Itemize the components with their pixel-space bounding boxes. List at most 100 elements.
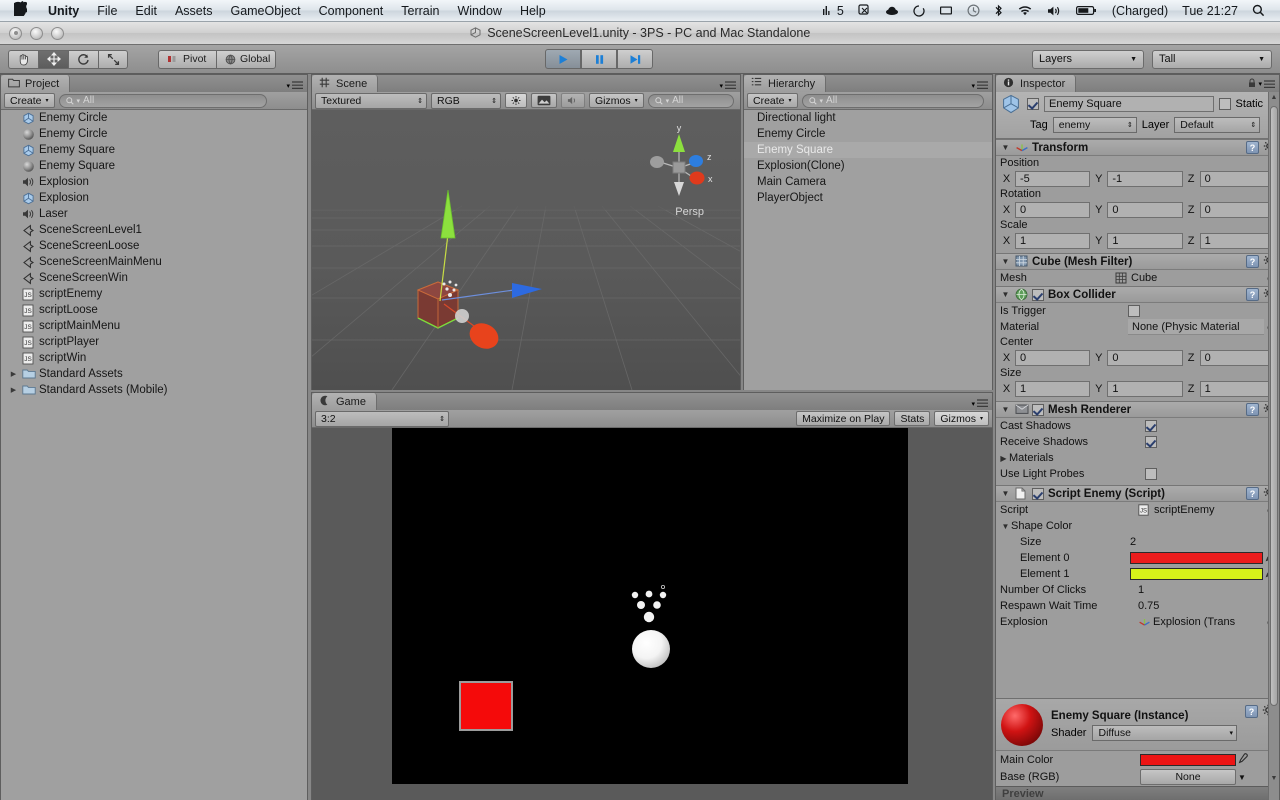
scene-fx-toggle[interactable] [531, 93, 557, 108]
window-controls[interactable] [0, 27, 64, 40]
array-size-value[interactable]: 2 [1130, 536, 1136, 548]
tab-inspector[interactable]: Inspector [996, 75, 1076, 92]
menu-item-terrain[interactable]: Terrain [392, 0, 448, 22]
center-z-field[interactable]: 0 [1200, 350, 1275, 366]
stats-toggle[interactable]: Stats [894, 411, 930, 426]
scale-y-field[interactable]: 1 [1107, 233, 1182, 249]
position-z-field[interactable]: 0 [1200, 171, 1275, 187]
hierarchy-create-button[interactable]: Create ▾ [747, 93, 798, 108]
size-z-field[interactable]: 1 [1200, 381, 1275, 397]
box-collider-component-header[interactable]: ▼ Box Collider ? [996, 286, 1279, 303]
scale-x-field[interactable]: 1 [1015, 233, 1090, 249]
project-item[interactable]: SceneScreenLoose [1, 238, 307, 254]
position-x-field[interactable]: -5 [1015, 171, 1090, 187]
project-item[interactable]: ▶Standard Assets [1, 366, 307, 382]
element0-color-swatch[interactable] [1130, 552, 1263, 564]
script-enemy-component-header[interactable]: ▼ Script Enemy (Script) ? [996, 485, 1279, 502]
menu-clock[interactable]: Tue 21:27 [1175, 4, 1245, 18]
foldout-arrow-icon[interactable]: ▶ [998, 454, 1009, 463]
mesh-filter-component-header[interactable]: ▼ Cube (Mesh Filter) ? [996, 253, 1279, 270]
project-create-button[interactable]: Create ▾ [4, 93, 55, 108]
game-aspect-dropdown[interactable]: 3:2 ⇕ [315, 411, 449, 427]
layout-dropdown[interactable]: Tall ▼ [1152, 50, 1272, 69]
game-render-area[interactable] [392, 428, 908, 784]
menu-item-edit[interactable]: Edit [126, 0, 166, 22]
project-panel-menu-button[interactable]: ▾ [286, 81, 303, 90]
collider-material-field[interactable]: None (Physic Material [1128, 319, 1264, 335]
eyedropper-icon[interactable] [1236, 753, 1248, 767]
scale-tool-button[interactable] [98, 50, 128, 69]
project-item[interactable]: ▶Standard Assets (Mobile) [1, 382, 307, 398]
box-collider-enabled-checkbox[interactable] [1032, 289, 1044, 301]
light-probes-checkbox[interactable] [1145, 468, 1157, 480]
help-icon[interactable]: ? [1246, 288, 1259, 301]
shape-color-foldout-row[interactable]: ▼ Shape Color [996, 518, 1279, 534]
object-name-field[interactable]: Enemy Square [1044, 96, 1214, 112]
menu-item-window[interactable]: Window [448, 0, 510, 22]
close-button[interactable] [9, 27, 22, 40]
hierarchy-item[interactable]: PlayerObject [744, 190, 992, 206]
spotlight-search-icon[interactable] [1245, 4, 1272, 17]
help-icon[interactable]: ? [1246, 487, 1259, 500]
expand-arrow-icon[interactable]: ▶ [9, 386, 18, 394]
project-item[interactable]: Laser [1, 206, 307, 222]
project-item[interactable]: JSscriptLoose [1, 302, 307, 318]
menu-item-gameobject[interactable]: GameObject [221, 0, 309, 22]
scene-projection-label[interactable]: Persp [675, 206, 704, 218]
scene-gizmos-dropdown[interactable]: Gizmos ▾ [589, 93, 644, 108]
global-toggle-button[interactable]: Global [216, 50, 276, 69]
rotate-tool-button[interactable] [68, 50, 98, 69]
minimize-button[interactable] [30, 27, 43, 40]
signal-meter-icon[interactable]: 5 [815, 4, 851, 18]
battery-icon[interactable] [1069, 5, 1105, 16]
number-of-clicks-value[interactable]: 1 [1138, 584, 1144, 596]
project-item[interactable]: Explosion [1, 174, 307, 190]
rotation-y-field[interactable]: 0 [1107, 202, 1182, 218]
project-item[interactable]: Explosion [1, 190, 307, 206]
project-item[interactable]: SceneScreenLevel1 [1, 222, 307, 238]
hierarchy-object-list[interactable]: Directional lightEnemy CircleEnemy Squar… [744, 110, 992, 390]
materials-row[interactable]: ▶ Materials [996, 450, 1279, 466]
tab-hierarchy[interactable]: Hierarchy [744, 75, 826, 92]
foldout-arrow-icon[interactable]: ▼ [1000, 522, 1011, 531]
preview-bar[interactable]: Preview [996, 786, 1279, 800]
layer-dropdown[interactable]: Default ⇕ [1174, 117, 1260, 133]
bluetooth-icon[interactable] [987, 4, 1010, 17]
foldout-arrow-icon[interactable]: ▼ [1000, 405, 1011, 414]
apple-logo-icon[interactable] [0, 0, 39, 22]
is-trigger-checkbox[interactable] [1128, 305, 1140, 317]
mesh-renderer-enabled-checkbox[interactable] [1032, 404, 1044, 416]
scroll-down-arrow-icon[interactable]: ▼ [1270, 775, 1278, 784]
project-search-input[interactable]: ▾ All [59, 94, 267, 108]
project-item[interactable]: Enemy Circle [1, 110, 307, 126]
scene-view-axis-gizmo[interactable]: y z x [644, 122, 714, 208]
scroll-up-arrow-icon[interactable]: ▲ [1270, 94, 1278, 103]
script-value[interactable]: scriptEnemy [1154, 504, 1215, 516]
inspector-scrollbar[interactable]: ▲ ▼ [1268, 92, 1279, 800]
help-icon[interactable]: ? [1246, 403, 1259, 416]
lock-icon[interactable] [1248, 78, 1256, 90]
element1-color-swatch[interactable] [1130, 568, 1263, 580]
base-rgb-texture-slot[interactable]: None [1140, 769, 1236, 785]
hierarchy-item[interactable]: Directional light [744, 110, 992, 126]
mesh-value[interactable]: Cube [1131, 272, 1157, 284]
hierarchy-item[interactable]: Enemy Circle [744, 126, 992, 142]
project-item[interactable]: Enemy Circle [1, 126, 307, 142]
transform-component-header[interactable]: ▼ Transform ? [996, 139, 1279, 156]
help-icon[interactable]: ? [1245, 705, 1258, 718]
tag-dropdown[interactable]: enemy ⇕ [1053, 117, 1137, 133]
hierarchy-search-input[interactable]: ▾ All [802, 94, 984, 108]
main-color-swatch[interactable] [1140, 754, 1236, 766]
script-enemy-enabled-checkbox[interactable] [1032, 488, 1044, 500]
position-y-field[interactable]: -1 [1107, 171, 1182, 187]
inspector-scroll-thumb[interactable] [1270, 106, 1278, 706]
expand-arrow-icon[interactable]: ▶ [9, 370, 18, 378]
tab-project[interactable]: Project [1, 75, 70, 92]
foldout-arrow-icon[interactable]: ▼ [1000, 290, 1011, 299]
inspector-content[interactable]: Enemy Square Static ▼ Tag enemy ⇕ Layer [996, 92, 1279, 800]
center-y-field[interactable]: 0 [1107, 350, 1182, 366]
project-item[interactable]: SceneScreenMainMenu [1, 254, 307, 270]
scene-audio-toggle[interactable] [561, 93, 585, 108]
foldout-arrow-icon[interactable]: ▼ [1000, 489, 1011, 498]
respawn-wait-time-value[interactable]: 0.75 [1138, 600, 1159, 612]
